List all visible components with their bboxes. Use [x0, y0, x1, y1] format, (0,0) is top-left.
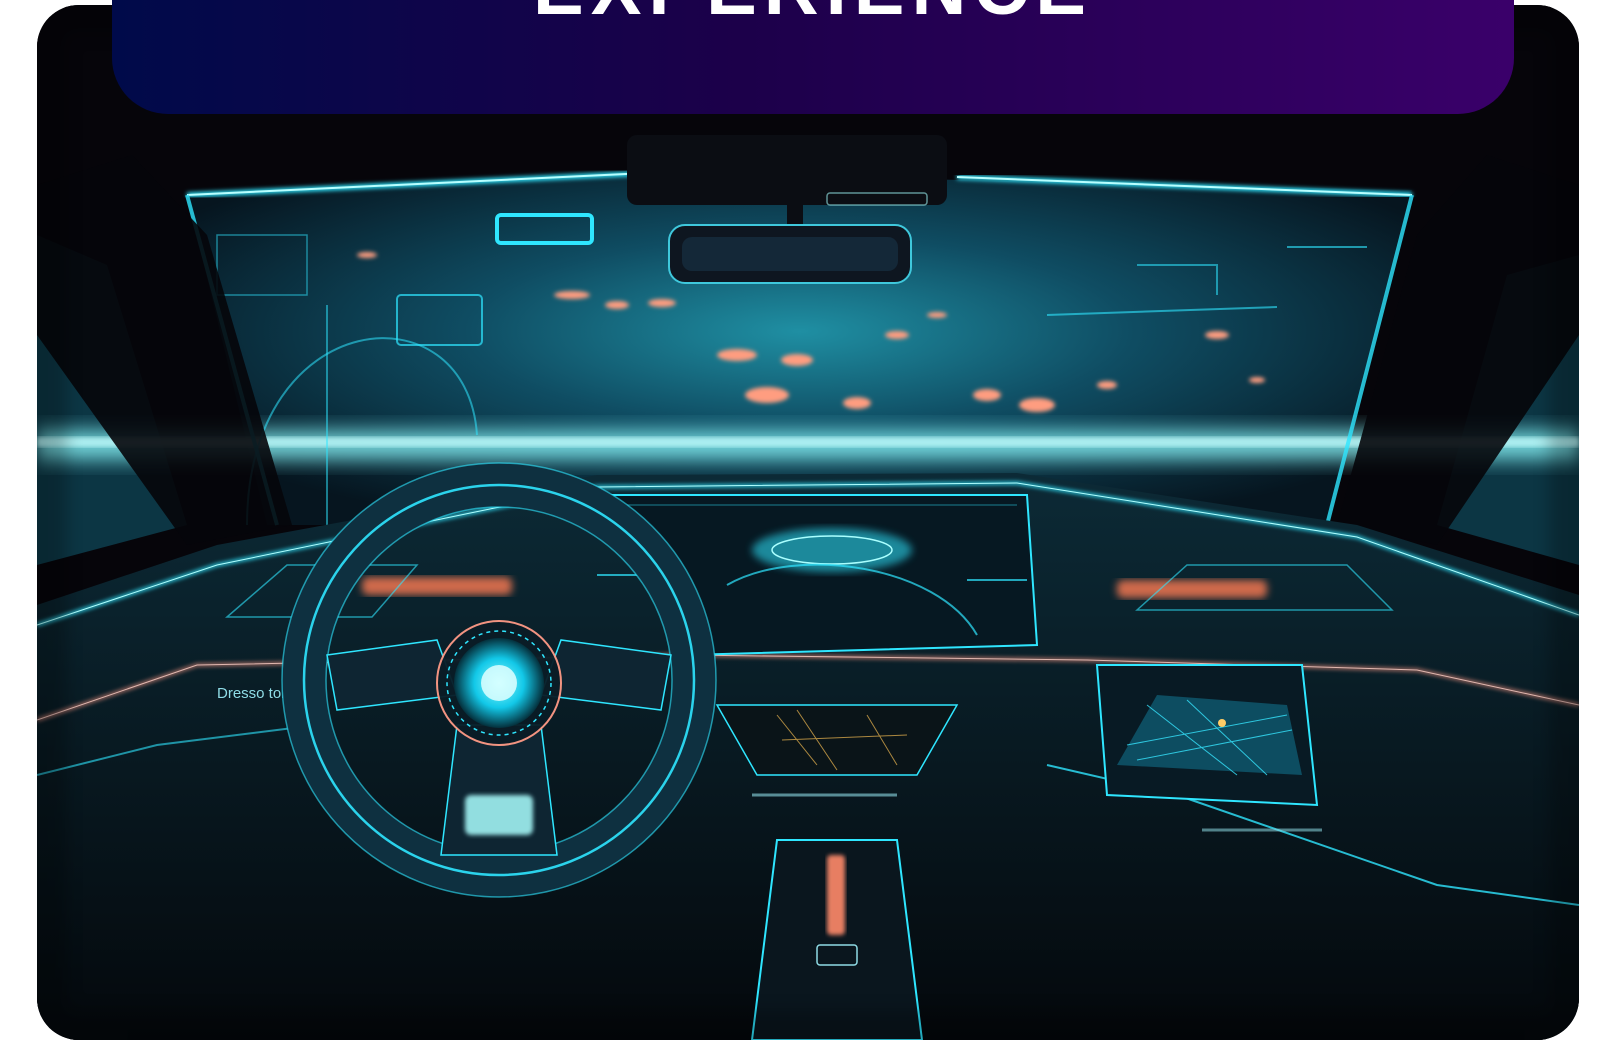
title-banner: EXPERIENCE: [112, 0, 1514, 114]
banner-title: EXPERIENCE: [112, 0, 1514, 27]
dashboard-label: Dresso ton: [217, 685, 290, 702]
car-interior-illustration: Dresso ton: [37, 5, 1579, 1040]
hero-image-card: Dresso ton: [37, 5, 1579, 1040]
page: EXPERIENCE: [0, 0, 1608, 1040]
